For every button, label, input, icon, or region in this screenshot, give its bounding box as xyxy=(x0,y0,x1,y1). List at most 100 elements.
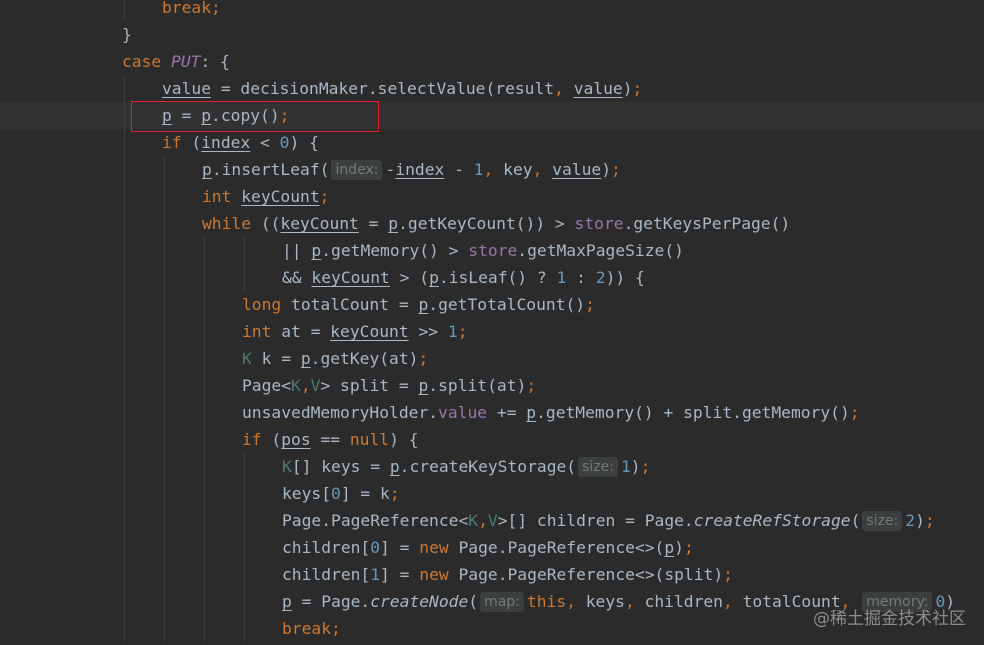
indent-guide xyxy=(204,507,205,534)
indent-guide xyxy=(204,615,205,642)
code-token: : xyxy=(566,268,596,287)
code-line[interactable]: while ((keyCount = p.getKeyCount()) > st… xyxy=(0,210,984,237)
code-text: p.insertLeaf(index: -index - 1, key, valu… xyxy=(202,156,621,183)
indent-guide xyxy=(124,345,125,372)
code-line[interactable]: long totalCount = p.getTotalCount(); xyxy=(0,291,984,318)
code-text: if (pos == null) { xyxy=(242,426,419,453)
code-line[interactable]: Page<K,V> split = p.split(at); xyxy=(0,372,984,399)
code-token: createNode xyxy=(370,592,469,611)
indent-guide xyxy=(204,399,205,426)
code-line[interactable]: int keyCount; xyxy=(0,183,984,210)
code-token: totalCount = xyxy=(291,295,419,314)
code-token: int xyxy=(202,187,242,206)
code-token: ( xyxy=(468,592,479,611)
code-token: K xyxy=(242,349,252,368)
code-token: K xyxy=(282,457,292,476)
indent-guide xyxy=(124,507,125,534)
indent-guide xyxy=(124,615,125,642)
indent-guide xyxy=(124,453,125,480)
code-line[interactable]: keys[0] = k; xyxy=(0,480,984,507)
indent-guide xyxy=(124,183,125,210)
watermark: @稀土掘金技术社区 xyxy=(813,609,966,629)
code-line[interactable]: K k = p.getKey(at); xyxy=(0,345,984,372)
code-editor[interactable]: break;} case PUT: {value = decisionMaker.… xyxy=(0,0,984,645)
indent-guide xyxy=(164,615,165,642)
code-line[interactable]: int at = keyCount >> 1; xyxy=(0,318,984,345)
code-token: .insertLeaf( xyxy=(211,160,330,179)
code-token: K xyxy=(291,376,301,395)
code-token: Page.PageReference<>( xyxy=(458,538,665,557)
indent-guide xyxy=(204,588,205,615)
parameter-hint: index: xyxy=(331,160,383,180)
indent-guide xyxy=(244,264,245,291)
code-token: new xyxy=(419,565,459,584)
indent-guide xyxy=(124,588,125,615)
code-token: p xyxy=(418,376,429,395)
code-token: Page.PageReference< xyxy=(282,511,469,530)
parameter-hint: size: xyxy=(862,511,903,531)
code-token: : { xyxy=(200,52,230,71)
indent-guide xyxy=(244,561,245,588)
code-token: index xyxy=(395,160,445,179)
code-token: keys xyxy=(585,592,625,611)
indent-guide xyxy=(124,534,125,561)
code-token: break xyxy=(162,0,212,17)
indent-guide xyxy=(244,507,245,534)
code-token: p xyxy=(429,268,439,287)
code-token: ; xyxy=(611,160,621,179)
code-token: p xyxy=(389,457,400,476)
code-token: 0 xyxy=(370,538,381,557)
code-text: break; xyxy=(282,615,341,642)
code-token: ] = xyxy=(380,565,420,584)
code-text: K[] keys = p.createKeyStorage(size: 1); xyxy=(282,453,650,480)
code-token: index xyxy=(201,133,251,152)
indent-guide xyxy=(204,534,205,561)
code-token: , xyxy=(566,592,586,611)
code-line[interactable]: unsavedMemoryHolder.value += p.getMemory… xyxy=(0,399,984,426)
code-token: this xyxy=(526,592,567,611)
code-token: < xyxy=(250,133,280,152)
code-token: Page< xyxy=(242,376,292,395)
code-line[interactable]: break; xyxy=(0,0,984,21)
code-token: , xyxy=(722,592,743,611)
code-line[interactable]: case PUT: { xyxy=(0,48,984,75)
code-token: - xyxy=(444,160,474,179)
code-line[interactable]: children[0] = new Page.PageReference<>(p… xyxy=(0,534,984,561)
code-token: || xyxy=(282,241,312,260)
code-line[interactable]: p.insertLeaf(index: -index - 1, key, valu… xyxy=(0,156,984,183)
code-line[interactable]: K[] keys = p.createKeyStorage(size: 1); xyxy=(0,453,984,480)
code-token: , xyxy=(624,592,645,611)
code-line[interactable]: } xyxy=(0,21,984,48)
code-line[interactable]: && keyCount > (p.isLeaf() ? 1 : 2)) { xyxy=(0,264,984,291)
code-text: K k = p.getKey(at); xyxy=(242,345,428,372)
code-token: 0 xyxy=(279,133,290,152)
indent-guide xyxy=(164,399,165,426)
indent-guide xyxy=(164,372,165,399)
code-token: .getMaxPageSize() xyxy=(517,241,684,260)
code-token: ; xyxy=(632,79,643,98)
code-text: } xyxy=(122,21,132,48)
code-token: V xyxy=(310,376,321,395)
code-line[interactable]: children[1] = new Page.PageReference<>(s… xyxy=(0,561,984,588)
code-token: ; xyxy=(389,484,400,503)
code-line[interactable]: if (index < 0) { xyxy=(0,129,984,156)
code-token: store xyxy=(574,214,624,233)
indent-guide xyxy=(164,453,165,480)
code-line[interactable]: Page.PageReference<K,V>[] children = Pag… xyxy=(0,507,984,534)
code-token: keyCount xyxy=(241,187,320,206)
code-token: , xyxy=(554,79,574,98)
code-token: value xyxy=(552,160,602,179)
code-token: ) xyxy=(630,457,641,476)
indent-guide xyxy=(124,318,125,345)
code-token: ; xyxy=(331,619,341,638)
code-line[interactable]: || p.getMemory() > store.getMaxPageSize(… xyxy=(0,237,984,264)
code-token: if xyxy=(162,133,192,152)
code-token: new xyxy=(419,538,459,557)
code-token: 1 xyxy=(447,322,458,341)
indent-guide xyxy=(124,264,125,291)
code-token: ) xyxy=(622,79,633,98)
code-text: while ((keyCount = p.getKeyCount()) > st… xyxy=(202,210,790,237)
code-line[interactable]: if (pos == null) { xyxy=(0,426,984,453)
code-token: ] = xyxy=(380,538,420,557)
code-line[interactable]: value = decisionMaker.selectValue(result… xyxy=(0,75,984,102)
